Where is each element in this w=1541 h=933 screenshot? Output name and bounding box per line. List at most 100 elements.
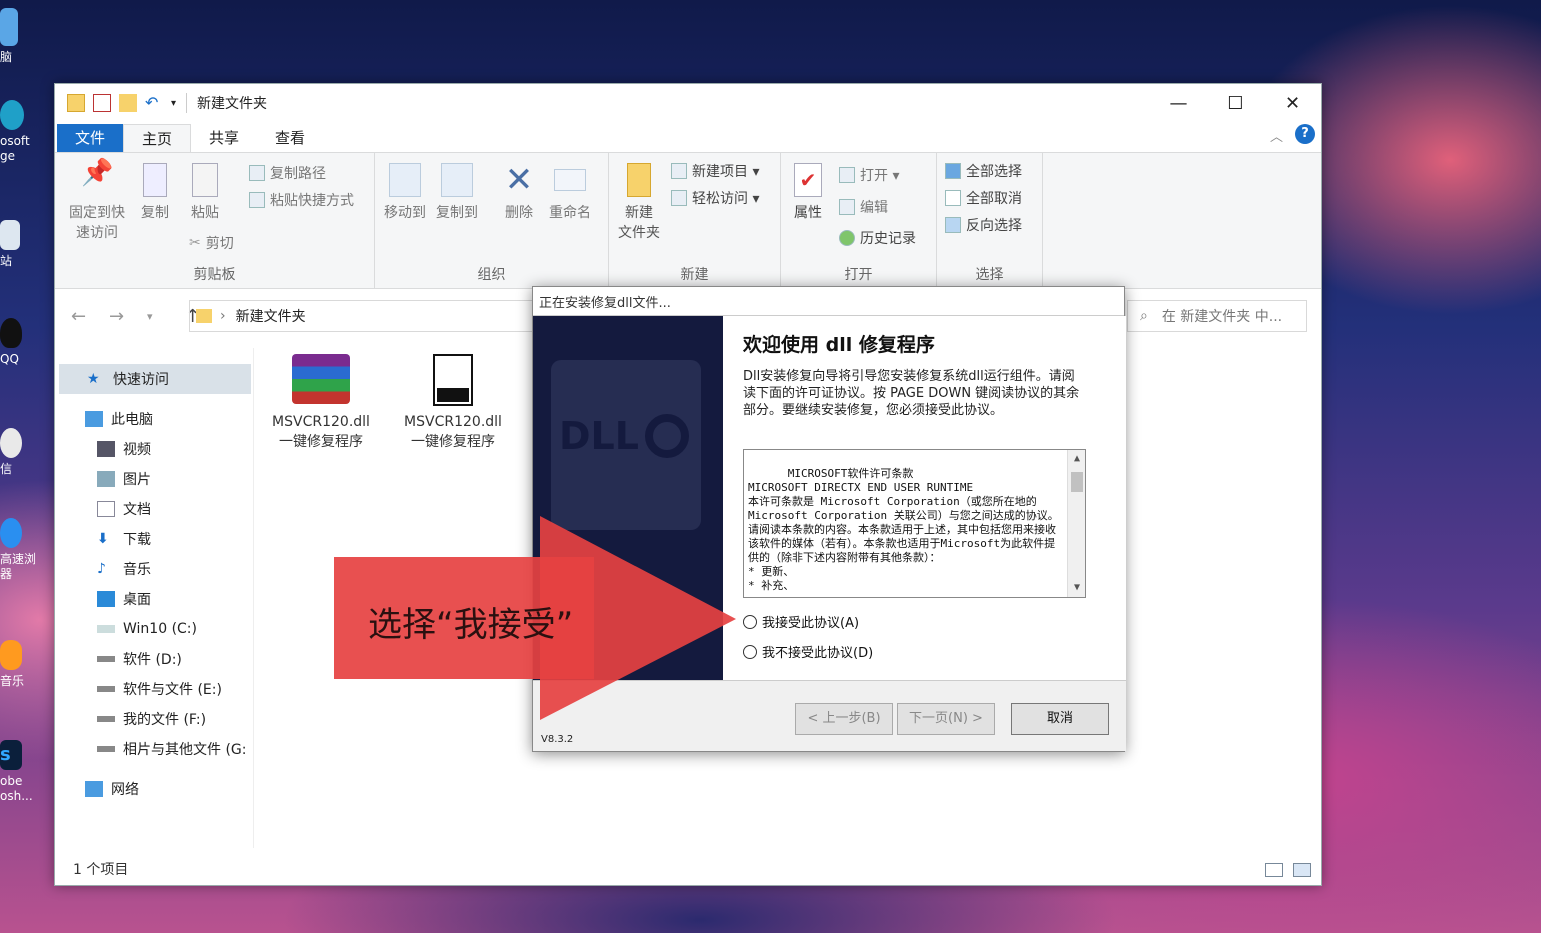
window-title: 新建文件夹 bbox=[186, 93, 267, 113]
sidebar-item-documents[interactable]: 文档 bbox=[97, 494, 151, 524]
properties-button[interactable]: ✔ 属性 bbox=[785, 163, 831, 223]
desktop-icon-browser[interactable]: 高速浏 器 bbox=[0, 518, 40, 582]
annotation-text: 选择“我接受” bbox=[368, 605, 574, 645]
scroll-up-icon[interactable]: ▲ bbox=[1068, 452, 1085, 466]
details-view-icon[interactable] bbox=[1265, 863, 1283, 877]
undo-icon[interactable]: ↶ bbox=[145, 94, 163, 112]
large-icons-view-icon[interactable] bbox=[1293, 863, 1311, 877]
sidebar-item-desktop[interactable]: 桌面 bbox=[97, 584, 151, 614]
paste-button[interactable]: 粘贴 bbox=[185, 163, 225, 223]
collapse-ribbon-icon[interactable]: ︿ bbox=[1270, 126, 1283, 145]
history-button[interactable]: 历史记录 bbox=[839, 228, 916, 248]
copy-to-button[interactable]: 复制到 bbox=[433, 163, 481, 223]
sidebar-item-downloads[interactable]: ⬇ 下载 bbox=[97, 524, 151, 554]
copy-to-icon bbox=[441, 163, 473, 197]
new-group: 新建 文件夹 新建项目 ▾ 轻松访问 ▾ 新建 bbox=[609, 153, 781, 288]
desktop-icon-recycle[interactable]: 站 bbox=[0, 220, 40, 269]
maximize-button[interactable]: ☐ bbox=[1207, 84, 1264, 122]
file-item-dll[interactable]: MSVCR120.dll 一键修复程序 bbox=[393, 354, 513, 452]
recent-locations-icon[interactable]: ▾ bbox=[147, 310, 169, 323]
cut-button[interactable]: ✂ 剪切 bbox=[189, 233, 234, 253]
desktop-icon-qq[interactable]: QQ bbox=[0, 318, 40, 367]
desktop-icon-photoshop[interactable]: s obe osh... bbox=[0, 740, 40, 804]
pin-quick-access-button[interactable]: 📌 固定到快 速访问 bbox=[63, 158, 131, 243]
open-icon bbox=[839, 167, 855, 183]
drive-icon bbox=[97, 625, 115, 633]
gear-icon bbox=[645, 414, 689, 458]
desktop-icon-this-pc[interactable]: 脑 bbox=[0, 8, 40, 65]
tab-home[interactable]: 主页 bbox=[123, 124, 192, 152]
folder-icon bbox=[67, 94, 85, 112]
tab-file[interactable]: 文件 bbox=[57, 124, 124, 152]
desktop-icon-music[interactable]: 音乐 bbox=[0, 640, 40, 689]
decline-radio[interactable]: 我不接受此协议(D) bbox=[743, 642, 873, 661]
computer-icon bbox=[85, 411, 103, 427]
document-icon bbox=[97, 501, 115, 517]
chevron-down-icon[interactable]: ▾ bbox=[171, 98, 176, 109]
delete-icon: ✕ bbox=[504, 160, 534, 200]
checkmark-icon: ✔ bbox=[794, 163, 822, 197]
next-button[interactable]: 下一页(N) > bbox=[897, 703, 995, 735]
rename-button[interactable]: 重命名 bbox=[545, 163, 595, 223]
paste-shortcut-button[interactable]: 粘贴快捷方式 bbox=[249, 190, 354, 210]
sidebar-item-this-pc[interactable]: 此电脑 bbox=[85, 404, 153, 434]
sidebar-item-drive-c[interactable]: Win10 (C:) bbox=[97, 614, 197, 644]
open-button[interactable]: 打开 ▾ bbox=[839, 165, 899, 185]
rename-icon bbox=[554, 169, 586, 191]
sidebar-item-videos[interactable]: 视频 bbox=[97, 434, 151, 464]
picture-icon bbox=[97, 471, 115, 487]
cancel-button[interactable]: 取消 bbox=[1011, 703, 1109, 735]
tab-view[interactable]: 查看 bbox=[257, 124, 323, 152]
minimize-button[interactable]: — bbox=[1150, 84, 1207, 122]
license-scrollbar[interactable]: ▲ ▼ bbox=[1067, 450, 1085, 597]
easy-access-button[interactable]: 轻松访问 ▾ bbox=[671, 188, 759, 208]
sidebar-item-drive-e[interactable]: 软件与文件 (E:) bbox=[97, 674, 222, 704]
search-input[interactable]: ⌕ 在 新建文件夹 中... bbox=[1127, 300, 1307, 332]
breadcrumb: 新建文件夹 bbox=[235, 309, 306, 325]
desktop-icon-edge[interactable]: osoft ge bbox=[0, 100, 40, 164]
license-textarea[interactable]: MICROSOFT软件许可条款 MICROSOFT DIRECTX END US… bbox=[743, 449, 1086, 598]
tab-share[interactable]: 共享 bbox=[191, 124, 257, 152]
back-button[interactable]: < 上一步(B) bbox=[795, 703, 893, 735]
winrar-archive-icon bbox=[292, 354, 350, 404]
sidebar-item-network[interactable]: 网络 bbox=[85, 774, 139, 804]
music-note-icon: ♪ bbox=[97, 561, 106, 577]
edit-button[interactable]: 编辑 bbox=[839, 197, 888, 217]
copy-button[interactable]: 复制 bbox=[135, 163, 175, 223]
new-item-icon bbox=[671, 163, 687, 179]
copy-path-button[interactable]: 复制路径 bbox=[249, 163, 326, 183]
forward-arrow-icon[interactable]: → bbox=[109, 306, 131, 327]
sidebar-item-pictures[interactable]: 图片 bbox=[97, 464, 151, 494]
sidebar-item-music[interactable]: ♪ 音乐 bbox=[97, 554, 151, 584]
new-folder-button[interactable]: 新建 文件夹 bbox=[613, 163, 665, 243]
download-icon: ⬇ bbox=[97, 531, 109, 547]
accept-radio[interactable]: 我接受此协议(A) bbox=[743, 612, 859, 631]
close-button[interactable]: ✕ bbox=[1264, 84, 1321, 122]
pin-icon: 📌 bbox=[81, 158, 114, 188]
move-to-button[interactable]: 移动到 bbox=[381, 163, 429, 223]
back-arrow-icon[interactable]: ← bbox=[71, 306, 93, 327]
sidebar-item-drive-f[interactable]: 我的文件 (F:) bbox=[97, 704, 206, 734]
scroll-down-icon[interactable]: ▼ bbox=[1068, 581, 1085, 595]
delete-button[interactable]: ✕ 删除 bbox=[499, 163, 539, 223]
open-group: ✔ 属性 打开 ▾ 编辑 历史记录 打开 bbox=[781, 153, 937, 288]
organize-group: 移动到 复制到 ✕ 删除 重命名 组织 bbox=[375, 153, 609, 288]
select-all-button[interactable]: 全部选择 bbox=[945, 161, 1022, 181]
sidebar-item-quick-access[interactable]: ★ 快速访问 bbox=[59, 364, 251, 394]
address-bar[interactable]: › 新建文件夹 bbox=[189, 300, 534, 332]
properties-quick-icon[interactable] bbox=[93, 94, 111, 112]
new-folder-quick-icon[interactable] bbox=[119, 94, 137, 112]
scrollbar-thumb[interactable] bbox=[1071, 472, 1083, 492]
dll-file-icon bbox=[433, 354, 473, 406]
new-item-button[interactable]: 新建项目 ▾ bbox=[671, 161, 759, 181]
desktop-icon-wechat[interactable]: 信 bbox=[0, 428, 40, 477]
select-none-button[interactable]: 全部取消 bbox=[945, 188, 1022, 208]
file-item-winrar[interactable]: MSVCR120.dll 一键修复程序 bbox=[261, 354, 381, 452]
dialog-heading: 欢迎使用 dll 修复程序 bbox=[743, 334, 935, 356]
help-icon[interactable]: ? bbox=[1295, 124, 1315, 144]
invert-selection-button[interactable]: 反向选择 bbox=[945, 215, 1022, 235]
sidebar-item-drive-d[interactable]: 软件 (D:) bbox=[97, 644, 182, 674]
search-icon: ⌕ bbox=[1140, 308, 1148, 324]
sidebar-item-drive-g[interactable]: 相片与其他文件 (G: bbox=[97, 734, 246, 764]
easy-access-icon bbox=[671, 190, 687, 206]
